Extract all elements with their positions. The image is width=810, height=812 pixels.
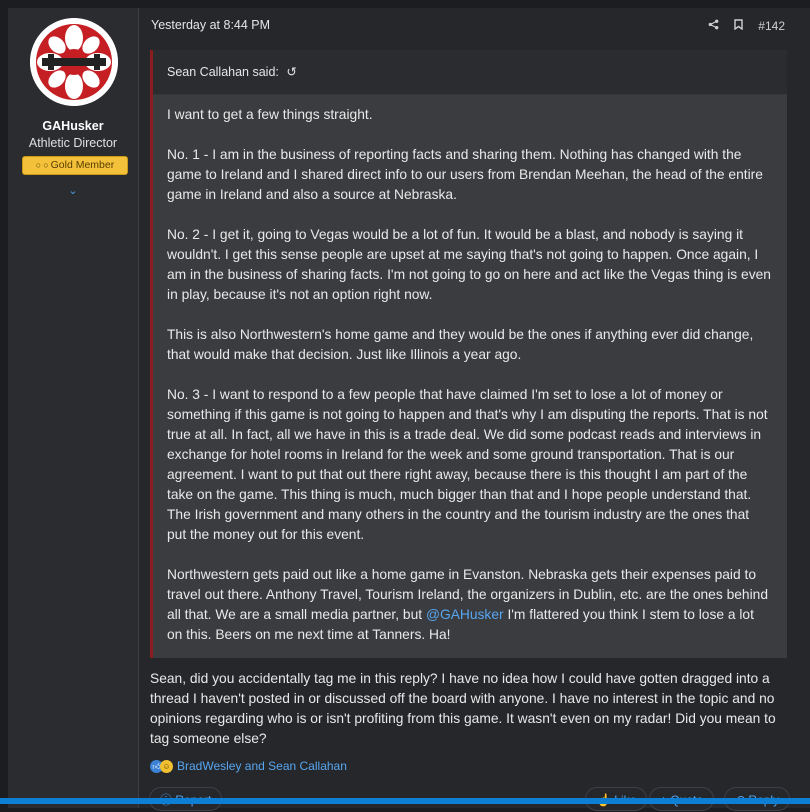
quote-paragraph: I want to get a few things straight. — [167, 107, 373, 122]
user-title: Athletic Director — [28, 136, 118, 150]
member-badge: ○ ○ Gold Member — [22, 156, 128, 175]
shield-icon: ○ — [43, 160, 49, 170]
quote-body: I want to get a few things straight. No.… — [153, 95, 787, 645]
quote-header[interactable]: Sean Callahan said: ↺ — [153, 50, 787, 95]
reply-text: Sean, did you accidentally tag me in thi… — [150, 671, 776, 746]
shield-icon: ○ — [35, 160, 42, 170]
quote-paragraph: No. 3 - I want to respond to a few peopl… — [167, 387, 768, 542]
badge-label: Gold Member — [50, 159, 115, 171]
reactions-bar[interactable]: 👍︎ ☺ BradWesley and Sean Callahan — [150, 759, 347, 774]
quote-paragraph: This is also Northwestern's home game an… — [167, 327, 754, 362]
avatar-image — [30, 18, 118, 106]
laugh-reaction-icon: ☺ — [160, 760, 173, 774]
quote-paragraph: No. 1 - I am in the business of reportin… — [167, 147, 763, 202]
user-mention[interactable]: @GAHusker — [426, 607, 504, 622]
share-icon[interactable] — [708, 19, 722, 33]
quote-paragraph: No. 2 - I get it, going to Vegas would b… — [167, 227, 771, 302]
chevron-down-icon[interactable]: ⌄ — [8, 184, 138, 197]
avatar[interactable] — [30, 18, 118, 106]
return-arrow-icon[interactable]: ↺ — [286, 65, 296, 79]
bookmark-icon[interactable] — [734, 19, 746, 33]
quote-paragraph: Northwestern gets paid out like a home g… — [167, 565, 771, 645]
username[interactable]: GAHusker — [8, 119, 138, 133]
quote-author: Sean Callahan said: — [167, 65, 279, 79]
bottom-bar — [0, 798, 810, 804]
user-panel: GAHusker Athletic Director ○ ○ Gold Member… — [8, 8, 139, 808]
quote-block: Sean Callahan said: ↺ I want to get a fe… — [150, 50, 787, 658]
reaction-users[interactable]: BradWesley and Sean Callahan — [177, 759, 347, 773]
post-number[interactable]: #142 — [758, 19, 785, 33]
post-actions: #142 — [696, 19, 785, 33]
post-container: GAHusker Athletic Director ○ ○ Gold Member… — [8, 8, 810, 811]
post-timestamp[interactable]: Yesterday at 8:44 PM — [151, 18, 270, 32]
